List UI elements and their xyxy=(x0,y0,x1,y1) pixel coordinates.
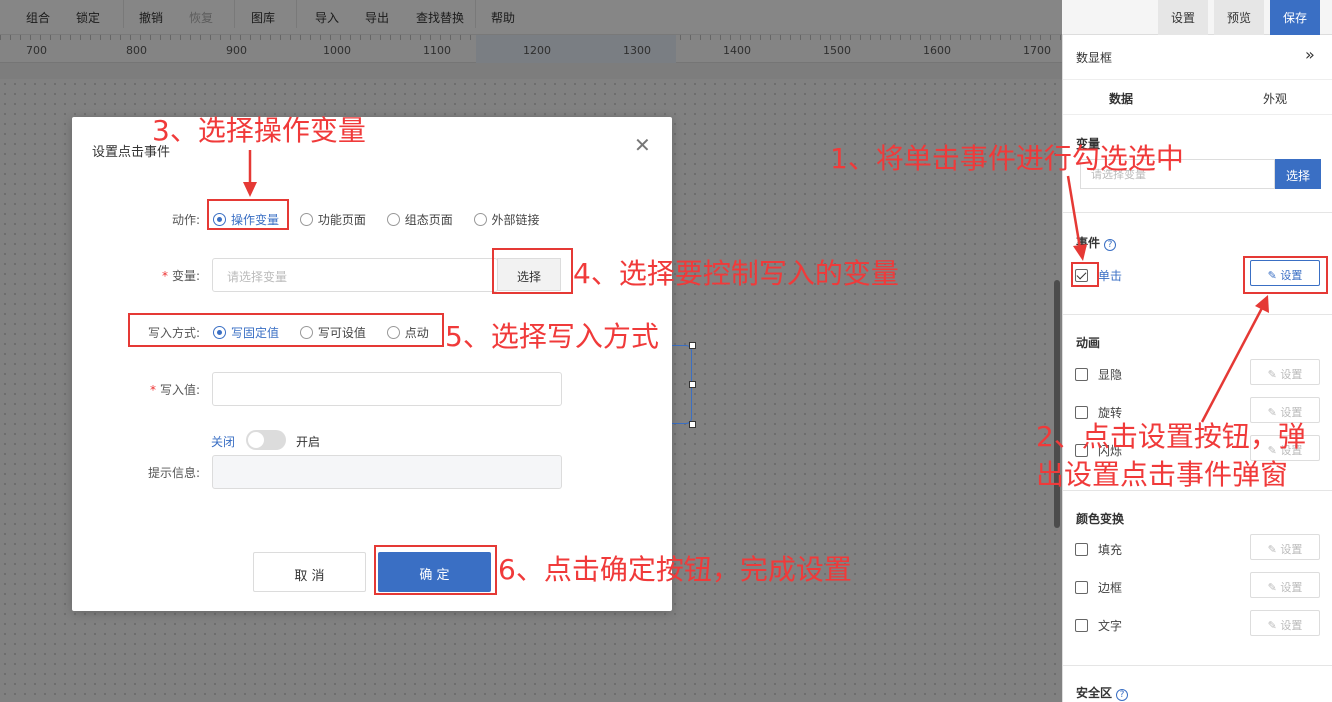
write-value-label-text: 写入值: xyxy=(159,383,200,397)
write-value-input[interactable] xyxy=(212,372,562,406)
variable-label: * 变量: xyxy=(132,267,200,284)
edit-icon: ✎ xyxy=(1267,543,1281,556)
tip-toggle-switch[interactable] xyxy=(246,430,286,450)
edit-icon: ✎ xyxy=(1267,406,1281,419)
radio-label: 外部链接 xyxy=(491,213,540,227)
color-border-row[interactable]: 边框 xyxy=(1075,579,1122,595)
divider xyxy=(1063,212,1332,213)
annotation-step2-line1: 2、点击设置按钮，弹 xyxy=(1036,420,1306,453)
required-mark: * xyxy=(149,383,156,397)
color-label: 文字 xyxy=(1098,619,1123,633)
toggle-off-label: 关闭 xyxy=(211,435,236,449)
set-label: 设置 xyxy=(1280,368,1303,381)
color-set-button[interactable]: ✎ 设置 xyxy=(1250,534,1320,560)
tip-input[interactable] xyxy=(212,455,562,489)
color-set-button[interactable]: ✎ 设置 xyxy=(1250,572,1320,598)
resize-handle[interactable] xyxy=(689,342,696,349)
animation-rotate-row[interactable]: 旋转 xyxy=(1075,404,1122,420)
annotation-box-operate-variable xyxy=(207,199,289,230)
tab-appearance[interactable]: 外观 xyxy=(1263,90,1287,107)
annotation-box-choose-button xyxy=(492,248,573,294)
color-label: 边框 xyxy=(1098,581,1123,595)
radio-scada-page[interactable]: 组态页面 xyxy=(386,213,453,227)
set-label: 设置 xyxy=(1280,406,1303,419)
animation-visibility-row[interactable]: 显隐 xyxy=(1075,366,1122,382)
safe-zone-label: 安全区 xyxy=(1076,686,1113,700)
checkbox[interactable] xyxy=(1075,619,1088,632)
toggle-on-label: 开启 xyxy=(296,435,321,449)
annotation-box-ok-button xyxy=(374,545,497,595)
animation-label: 显隐 xyxy=(1098,368,1123,382)
annotation-step2-line2: 出设置点击事件弹窗 xyxy=(1036,458,1289,491)
animation-section-title: 动画 xyxy=(1076,336,1101,350)
annotation-step6: 6、点击确定按钮，完成设置 xyxy=(498,553,852,586)
properties-panel: 数显框 » 数据 外观 变量 请选择变量 选择 事件? 单击 ✎ 设置 动画 显… xyxy=(1062,35,1332,702)
edit-icon: ✎ xyxy=(1267,581,1281,594)
checkbox[interactable] xyxy=(1075,368,1088,381)
annotation-box-write-mode xyxy=(128,313,444,347)
save-button[interactable]: 保存 xyxy=(1270,0,1320,35)
radio-function-page[interactable]: 功能页面 xyxy=(299,213,366,227)
help-icon[interactable]: ? xyxy=(1116,689,1129,701)
event-click-label: 单击 xyxy=(1098,269,1123,283)
annotation-step3: 3、选择操作变量 xyxy=(152,114,366,147)
required-mark: * xyxy=(161,269,168,283)
annotation-box-event-checkbox xyxy=(1071,262,1099,287)
variable-label-text: 变量: xyxy=(171,269,200,283)
checkbox[interactable] xyxy=(1075,406,1088,419)
close-icon[interactable]: ✕ xyxy=(634,133,651,157)
safe-zone-section-title: 安全区? xyxy=(1076,684,1129,701)
color-set-button[interactable]: ✎ 设置 xyxy=(1250,610,1320,636)
variable-input[interactable]: 请选择变量 xyxy=(212,258,498,292)
panel-choose-button[interactable]: 选择 xyxy=(1275,159,1321,189)
resize-handle[interactable] xyxy=(689,381,696,388)
radio-dot xyxy=(473,213,487,226)
edit-icon: ✎ xyxy=(1267,368,1281,381)
color-section-title: 颜色变换 xyxy=(1076,512,1125,526)
write-value-label: * 写入值: xyxy=(132,381,200,398)
animation-set-button[interactable]: ✎ 设置 xyxy=(1250,359,1320,385)
animation-label: 旋转 xyxy=(1098,406,1123,420)
action-label: 动作: xyxy=(171,213,200,227)
annotation-step1: 1、将单击事件进行勾选选中 xyxy=(830,142,1184,175)
set-label: 设置 xyxy=(1280,543,1303,556)
divider xyxy=(1063,665,1332,666)
collapse-icon[interactable]: » xyxy=(1305,45,1315,64)
divider xyxy=(1063,314,1332,315)
radio-label: 组态页面 xyxy=(404,213,453,227)
preview-button[interactable]: 预览 xyxy=(1214,0,1264,35)
checkbox[interactable] xyxy=(1075,581,1088,594)
color-text-row[interactable]: 文字 xyxy=(1075,617,1122,633)
annotation-step4: 4、选择要控制写入的变量 xyxy=(573,257,899,290)
color-label: 填充 xyxy=(1098,543,1123,557)
event-section-title: 事件? xyxy=(1076,234,1117,251)
click-event-dialog: 设置点击事件 ✕ 动作: 操作变量 功能页面 组态页面 外部链接 * 变量: 请选… xyxy=(72,117,672,611)
tab-data[interactable]: 数据 xyxy=(1109,90,1133,107)
radio-label: 功能页面 xyxy=(317,213,366,227)
tip-label: 提示信息: xyxy=(147,466,200,480)
color-fill-row[interactable]: 填充 xyxy=(1075,541,1122,557)
cancel-button[interactable]: 取 消 xyxy=(253,552,366,592)
edit-icon: ✎ xyxy=(1267,619,1281,632)
radio-external-link[interactable]: 外部链接 xyxy=(473,213,540,227)
panel-tabs: 数据 外观 xyxy=(1063,79,1332,115)
panel-title: 数显框 xyxy=(1076,51,1113,65)
radio-dot xyxy=(386,213,400,226)
annotation-step5: 5、选择写入方式 xyxy=(445,320,659,353)
annotation-box-set-button xyxy=(1243,256,1328,294)
event-section-label: 事件 xyxy=(1076,236,1101,250)
settings-button[interactable]: 设置 xyxy=(1158,0,1208,35)
checkbox[interactable] xyxy=(1075,543,1088,556)
resize-handle[interactable] xyxy=(689,421,696,428)
set-label: 设置 xyxy=(1280,581,1303,594)
set-label: 设置 xyxy=(1280,619,1303,632)
help-icon[interactable]: ? xyxy=(1104,239,1117,251)
radio-dot xyxy=(299,213,313,226)
